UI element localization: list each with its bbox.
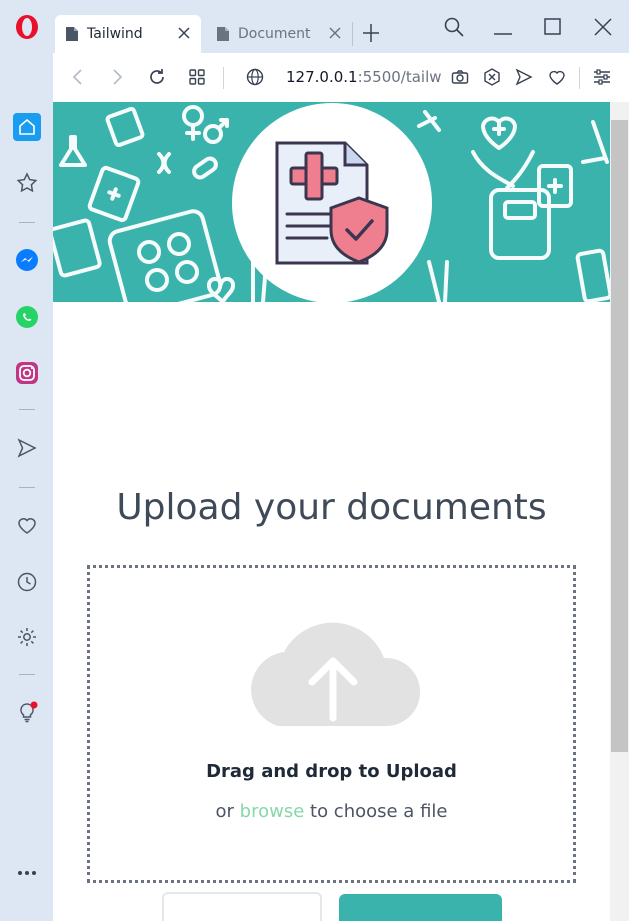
sidebar-separator xyxy=(19,409,35,410)
page-content: Upload your documents Drag and drop to U… xyxy=(53,102,610,921)
close-icon[interactable] xyxy=(177,26,191,40)
address-bar: 127.0.0.1:5500/tailw xyxy=(53,53,629,103)
choose-file-text: to choose a file xyxy=(310,801,448,822)
primary-button[interactable] xyxy=(339,894,502,921)
scrollbar-thumb[interactable] xyxy=(611,120,628,752)
back-icon[interactable] xyxy=(68,67,88,87)
more-icon[interactable] xyxy=(13,859,41,887)
document-icon xyxy=(217,27,229,41)
tab-document[interactable]: Document xyxy=(206,15,352,53)
send-icon[interactable] xyxy=(514,67,534,87)
new-tab-icon[interactable] xyxy=(361,22,381,44)
easy-setup-icon[interactable] xyxy=(592,67,612,87)
messenger-icon[interactable] xyxy=(13,246,41,274)
banner xyxy=(53,102,610,302)
settings-icon[interactable] xyxy=(13,623,41,651)
reload-icon[interactable] xyxy=(147,67,167,87)
page-title: Upload your documents xyxy=(116,487,547,528)
url-host: 127.0.0.1 xyxy=(286,68,358,86)
heart-icon[interactable] xyxy=(13,511,41,539)
star-icon[interactable] xyxy=(13,169,41,197)
tab-bar: Tailwind Document xyxy=(0,0,629,53)
forward-icon[interactable] xyxy=(107,67,127,87)
url-path: :5500/tailw xyxy=(357,68,442,86)
heart-icon[interactable] xyxy=(547,67,567,87)
send-icon[interactable] xyxy=(13,434,41,462)
document-shield-illustration xyxy=(232,103,432,302)
address-separator xyxy=(579,67,580,89)
adblock-icon[interactable] xyxy=(482,67,502,87)
or-text: or xyxy=(215,801,234,822)
lightbulb-icon[interactable] xyxy=(13,698,41,726)
document-icon xyxy=(66,27,78,41)
sidebar xyxy=(0,53,53,921)
home-icon[interactable] xyxy=(13,113,41,141)
tab-label: Tailwind xyxy=(87,26,143,42)
file-dropzone[interactable]: Drag and drop to Upload or browse to cho… xyxy=(87,565,576,883)
upload-cloud-icon xyxy=(251,622,421,726)
history-icon[interactable] xyxy=(13,568,41,596)
whatsapp-icon[interactable] xyxy=(13,303,41,331)
opera-logo-icon[interactable] xyxy=(13,13,41,41)
close-icon[interactable] xyxy=(328,26,342,40)
sidebar-separator xyxy=(19,674,35,675)
window-close-icon[interactable] xyxy=(590,14,616,40)
dropzone-heading: Drag and drop to Upload xyxy=(206,761,457,782)
secondary-button[interactable] xyxy=(162,892,322,921)
camera-icon[interactable] xyxy=(450,67,470,87)
maximize-icon[interactable] xyxy=(540,14,566,40)
search-icon[interactable] xyxy=(441,14,467,40)
tab-separator xyxy=(352,22,353,46)
browse-link[interactable]: browse xyxy=(240,801,305,822)
tab-tailwind[interactable]: Tailwind xyxy=(55,15,201,53)
address-separator xyxy=(223,67,224,89)
sidebar-separator xyxy=(19,222,35,223)
instagram-icon[interactable] xyxy=(13,359,41,387)
dropzone-subtext: or browse to choose a file xyxy=(90,801,573,822)
sidebar-separator xyxy=(19,487,35,488)
minimize-icon[interactable] xyxy=(490,14,516,40)
globe-icon[interactable] xyxy=(245,67,265,87)
tab-label: Document xyxy=(238,26,311,42)
page-scrollbar[interactable] xyxy=(610,102,629,921)
speed-dial-icon[interactable] xyxy=(187,67,207,87)
